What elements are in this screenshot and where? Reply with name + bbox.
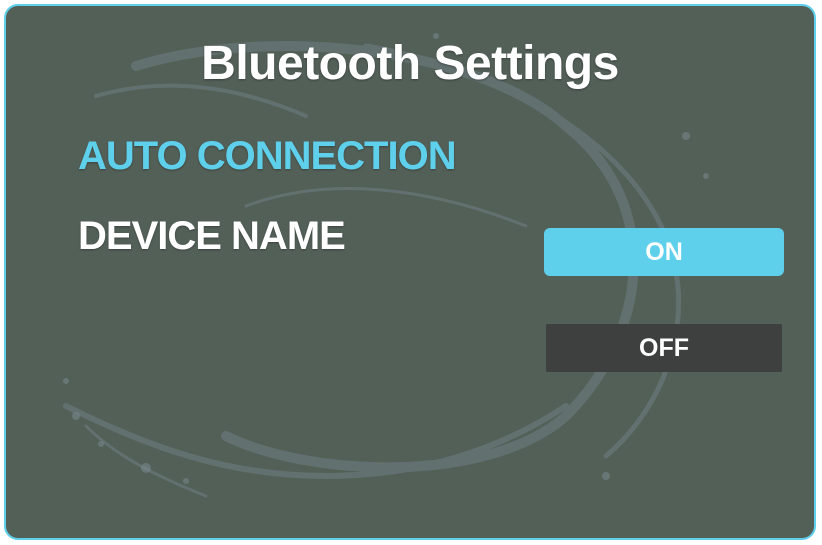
menu-item-auto-connection[interactable]: AUTO CONNECTION — [78, 134, 457, 179]
off-option-button[interactable]: OFF — [546, 324, 782, 372]
menu-item-device-name[interactable]: DEVICE NAME — [78, 214, 346, 259]
on-option-label: ON — [645, 237, 683, 266]
page-title: Bluetooth Settings — [201, 37, 619, 90]
off-option-label: OFF — [639, 333, 689, 362]
bluetooth-settings-screen: Bluetooth Settings AUTO CONNECTION DEVIC… — [4, 4, 816, 540]
on-option-button[interactable]: ON — [544, 228, 784, 276]
